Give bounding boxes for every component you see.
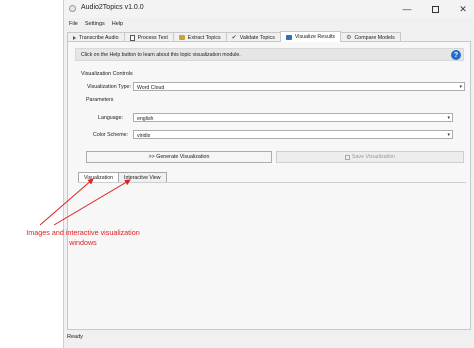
save-icon (344, 154, 350, 160)
language-value: english (137, 115, 154, 122)
tab-label: Interactive View (124, 174, 161, 181)
color-scheme-value: viridis (137, 132, 151, 139)
annotation-text: Images and interactive visualization win… (26, 228, 140, 247)
visualize-results-panel: Click on the Help button to learn about … (67, 41, 471, 330)
check-icon: ✔ (231, 34, 237, 41)
visualization-type-label: Visualization Type: (87, 84, 131, 90)
color-scheme-label: Color Scheme: (93, 132, 129, 138)
minimize-button[interactable]: — (396, 2, 418, 16)
result-tab-bar: Visualization Interactive View (78, 172, 167, 182)
visualization-type-value: Word Cloud (137, 84, 165, 91)
tab-label: Transcribe Audio (79, 34, 119, 41)
tab-label: Compare Models (354, 34, 395, 41)
save-visualization-label: Save Visualization (351, 154, 396, 160)
title-bar: Audio2Topics v1.0.0 — ✕ (64, 0, 474, 18)
help-text: Click on the Help button to learn about … (81, 52, 241, 58)
app-window: Audio2Topics v1.0.0 — ✕ File Settings He… (63, 0, 474, 348)
document-icon (129, 34, 135, 41)
maximize-icon (431, 5, 439, 13)
close-button[interactable]: ✕ (452, 2, 474, 16)
speaker-icon (73, 35, 76, 40)
gear-icon: ⚙ (346, 34, 352, 41)
visualization-type-select[interactable]: Word Cloud ▾ (133, 82, 465, 91)
menu-help[interactable]: Help (112, 21, 123, 27)
tab-label: Visualization (84, 174, 114, 181)
save-visualization-button[interactable]: Save Visualization (276, 151, 464, 163)
maximize-button[interactable] (424, 2, 446, 16)
tab-label: Validate Topics (239, 34, 275, 41)
tab-visualize-results[interactable]: Visualize Results (279, 31, 342, 42)
tab-label: Visualize Results (294, 34, 336, 40)
screen-icon (285, 34, 292, 40)
language-label: Language: (98, 115, 124, 121)
chevron-down-icon: ▾ (447, 132, 450, 138)
chevron-down-icon: ▾ (459, 84, 462, 90)
tab-visualization[interactable]: Visualization (78, 172, 120, 182)
menu-settings[interactable]: Settings (85, 21, 105, 27)
menu-bar: File Settings Help (64, 18, 474, 29)
generate-visualization-label: >> Generate Visualization (148, 154, 210, 160)
generate-visualization-button[interactable]: >> Generate Visualization (86, 151, 272, 163)
visualization-display-area (78, 182, 466, 327)
tab-label: Process Text (137, 34, 168, 41)
menu-file[interactable]: File (69, 21, 78, 27)
tab-label: Extract Topics (187, 34, 221, 41)
app-logo-icon (69, 5, 76, 12)
language-select[interactable]: english ▾ (133, 113, 453, 122)
help-button[interactable]: ? (451, 50, 461, 60)
help-banner: Click on the Help button to learn about … (75, 48, 464, 61)
window-title: Audio2Topics v1.0.0 (81, 4, 144, 11)
color-scheme-select[interactable]: viridis ▾ (133, 130, 453, 139)
folder-icon (178, 35, 185, 40)
parameters-label: Parameters (86, 97, 114, 103)
chevron-down-icon: ▾ (447, 115, 450, 121)
visualization-controls-label: Visualization Controls (81, 71, 133, 77)
tab-interactive-view[interactable]: Interactive View (118, 172, 167, 182)
status-bar: Ready (67, 334, 83, 340)
